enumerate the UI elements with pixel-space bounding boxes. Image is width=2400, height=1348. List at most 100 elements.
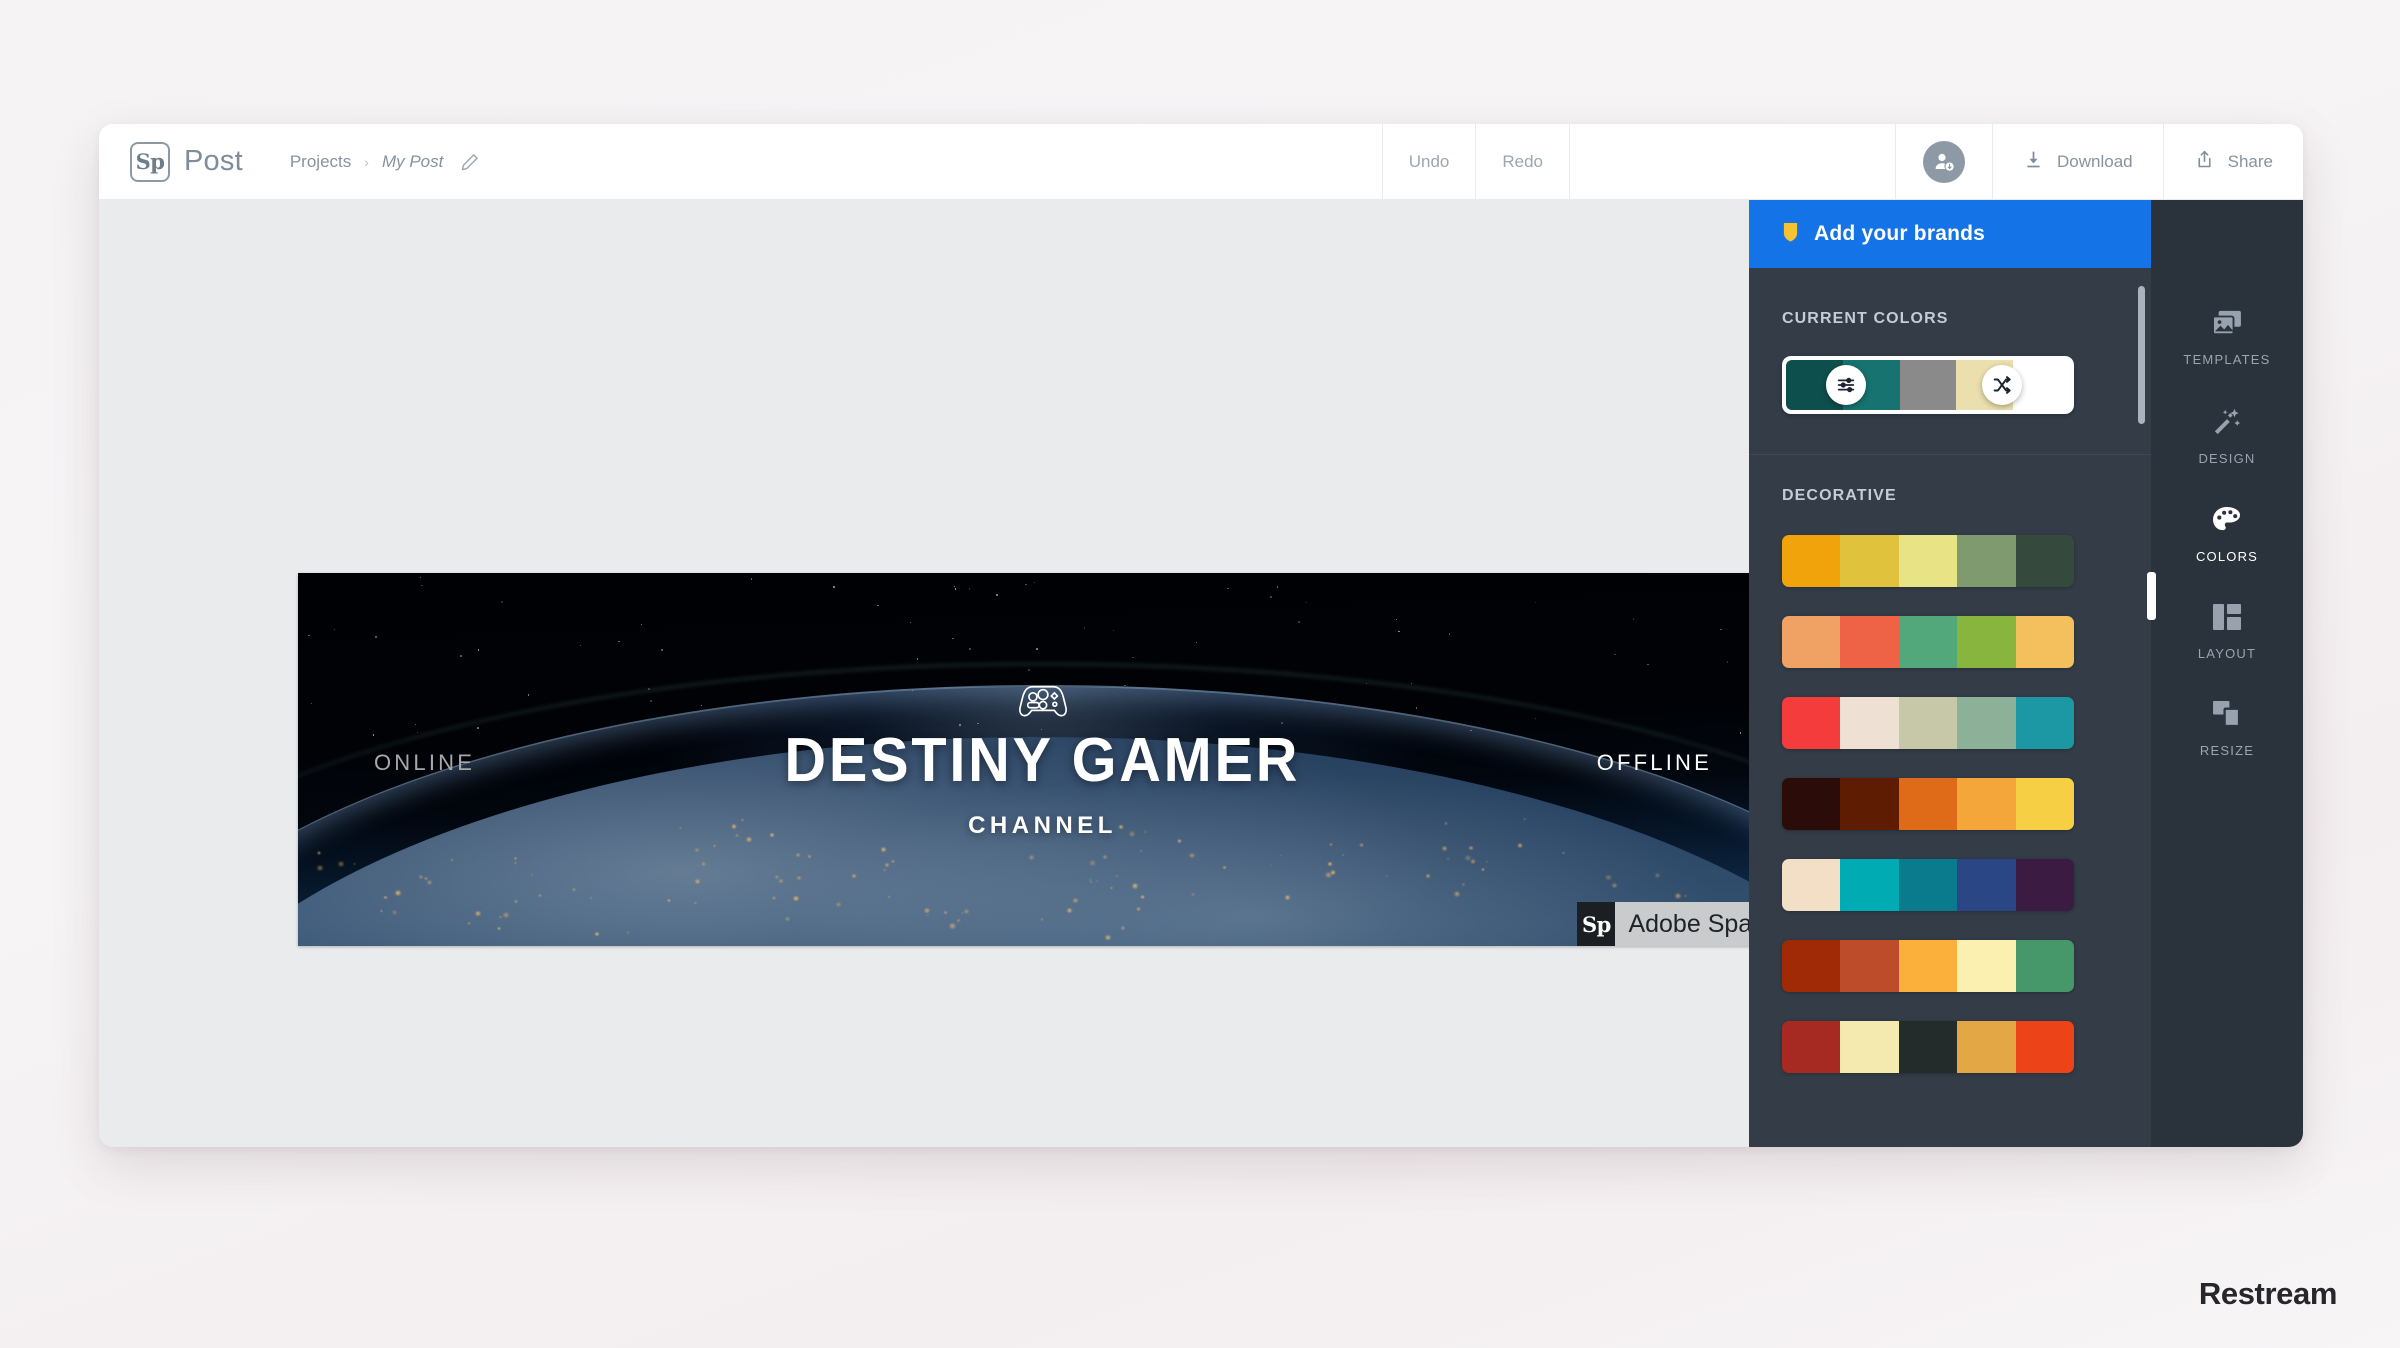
layout-icon [2213, 604, 2241, 635]
palette-chip[interactable] [1898, 616, 1958, 668]
palette-chip[interactable] [1840, 940, 1899, 992]
palette-chip[interactable] [2015, 697, 2074, 749]
rail-label-colors: COLORS [2195, 549, 2259, 564]
breadcrumb-separator-icon: › [364, 153, 369, 170]
palette-chip[interactable] [1898, 1021, 1958, 1073]
download-icon [2023, 149, 2044, 175]
panel-scrollbar[interactable] [2138, 286, 2145, 424]
header-gap [1570, 124, 1895, 199]
pencil-icon[interactable] [460, 152, 480, 172]
palette-icon [2212, 506, 2243, 538]
palette-chip[interactable] [1898, 940, 1958, 992]
palette-chip[interactable] [1840, 859, 1899, 911]
palette-chip[interactable] [2015, 940, 2074, 992]
palette-chip[interactable] [1782, 859, 1841, 911]
palette-chip[interactable] [1782, 535, 1841, 587]
rail-item-templates[interactable]: TEMPLATES [2151, 310, 2303, 367]
palette-chip[interactable] [1782, 616, 1841, 668]
current-colors-section: CURRENT COLORS [1749, 268, 2151, 414]
palette-row[interactable] [1782, 859, 2074, 911]
rail-item-layout[interactable]: LAYOUT [2151, 604, 2303, 661]
current-colors-swatch[interactable] [1782, 356, 2074, 414]
palette-list [1749, 505, 2151, 1073]
palette-chip[interactable] [1957, 940, 2016, 992]
panel-scroll-area[interactable]: CURRENT COLORS DECORATIVE [1749, 268, 2151, 1147]
breadcrumb-current[interactable]: My Post [382, 152, 443, 172]
download-label: Download [2057, 151, 2133, 171]
canvas-subtitle[interactable]: CHANNEL [968, 812, 1117, 840]
canvas-title[interactable]: DESTINY GAMER [785, 730, 1301, 792]
palette-row[interactable] [1782, 1021, 2074, 1073]
canvas-status-offline[interactable]: OFFLINE [1597, 750, 1712, 776]
rail-label-resize: RESIZE [2199, 743, 2255, 758]
undo-button[interactable]: Undo [1383, 124, 1476, 199]
app-body: DESTINY GAMER CHANNEL ONLINE OFFLINE Sp … [99, 200, 2303, 1147]
add-collaborator-icon[interactable] [1923, 140, 1966, 183]
palette-chip[interactable] [1957, 778, 2016, 830]
palette-row[interactable] [1782, 940, 2074, 992]
rail-item-resize[interactable]: RESIZE [2151, 701, 2303, 758]
resize-icon [2212, 701, 2242, 732]
palette-chip[interactable] [2015, 616, 2074, 668]
shield-icon [1782, 221, 1799, 247]
palette-chip[interactable] [1898, 535, 1958, 587]
shuffle-icon[interactable] [1982, 365, 2022, 405]
palette-chip[interactable] [2015, 1021, 2074, 1073]
breadcrumb: Projects › My Post [290, 124, 481, 199]
palette-chip[interactable] [2015, 778, 2074, 830]
add-your-brands-banner[interactable]: Add your brands [1749, 200, 2151, 268]
palette-chip[interactable] [1782, 1021, 1841, 1073]
palette-chip[interactable] [2015, 859, 2074, 911]
panel-collapse-handle[interactable] [2147, 572, 2156, 620]
restream-wordmark: Restream [2198, 1276, 2338, 1311]
breadcrumb-projects[interactable]: Projects [290, 152, 351, 172]
palette-chip[interactable] [1840, 616, 1899, 668]
canvas-stage[interactable]: DESTINY GAMER CHANNEL ONLINE OFFLINE Sp … [99, 200, 1787, 1147]
redo-button[interactable]: Redo [1476, 124, 1569, 199]
palette-row[interactable] [1782, 535, 2074, 587]
download-button[interactable]: Download [1993, 124, 2163, 199]
palette-row[interactable] [1782, 697, 2074, 749]
rail-label-design: DESIGN [2198, 451, 2256, 466]
collaborator-button[interactable] [1896, 124, 1992, 199]
rail-item-colors[interactable]: COLORS [2151, 506, 2303, 564]
templates-icon [2212, 310, 2242, 341]
palette-row[interactable] [1782, 616, 2074, 668]
rail-label-templates: TEMPLATES [2183, 352, 2271, 367]
add-your-brands-label: Add your brands [1814, 222, 1986, 245]
current-colors-label: CURRENT COLORS [1782, 310, 1949, 327]
palette-chip[interactable] [1782, 697, 1841, 749]
magic-wand-icon [2212, 407, 2242, 440]
palette-chip[interactable] [1840, 697, 1899, 749]
palette-chip[interactable] [1957, 1021, 2016, 1073]
share-icon [2194, 149, 2215, 175]
app-window: Sp Post Projects › My Post Undo Redo Dow… [99, 124, 2303, 1147]
palette-chip[interactable] [1898, 697, 1958, 749]
current-color-chip[interactable] [1899, 360, 1957, 410]
palette-chip[interactable] [1782, 778, 1841, 830]
app-name: Post [184, 145, 243, 177]
palette-chip[interactable] [1957, 616, 2016, 668]
palette-chip[interactable] [1898, 778, 1958, 830]
canvas-status-online[interactable]: ONLINE [374, 750, 475, 776]
palette-chip[interactable] [1957, 697, 2016, 749]
palette-chip[interactable] [1957, 535, 2016, 587]
palette-chip[interactable] [2015, 535, 2074, 587]
tool-rail: TEMPLATES DESIGN COLORS LAYOUT RESIZE [2147, 200, 2303, 1147]
palette-chip[interactable] [1840, 778, 1899, 830]
design-canvas[interactable]: DESTINY GAMER CHANNEL ONLINE OFFLINE Sp … [298, 573, 1787, 946]
rail-item-design[interactable]: DESIGN [2151, 407, 2303, 466]
decorative-section: DECORATIVE [1749, 455, 2151, 1073]
colors-panel: Add your brands CURRENT COLORS DECORATIV… [1749, 200, 2151, 1147]
palette-chip[interactable] [1782, 940, 1841, 992]
palette-chip[interactable] [1957, 859, 2016, 911]
palette-chip[interactable] [1898, 859, 1958, 911]
game-controller-icon[interactable] [1015, 679, 1071, 724]
watermark-badge: Sp [1577, 902, 1616, 946]
sliders-icon[interactable] [1826, 365, 1866, 405]
palette-row[interactable] [1782, 778, 2074, 830]
palette-chip[interactable] [1840, 1021, 1899, 1073]
palette-chip[interactable] [1840, 535, 1899, 587]
share-button[interactable]: Share [2164, 124, 2303, 199]
spark-logo: Sp [130, 141, 170, 182]
